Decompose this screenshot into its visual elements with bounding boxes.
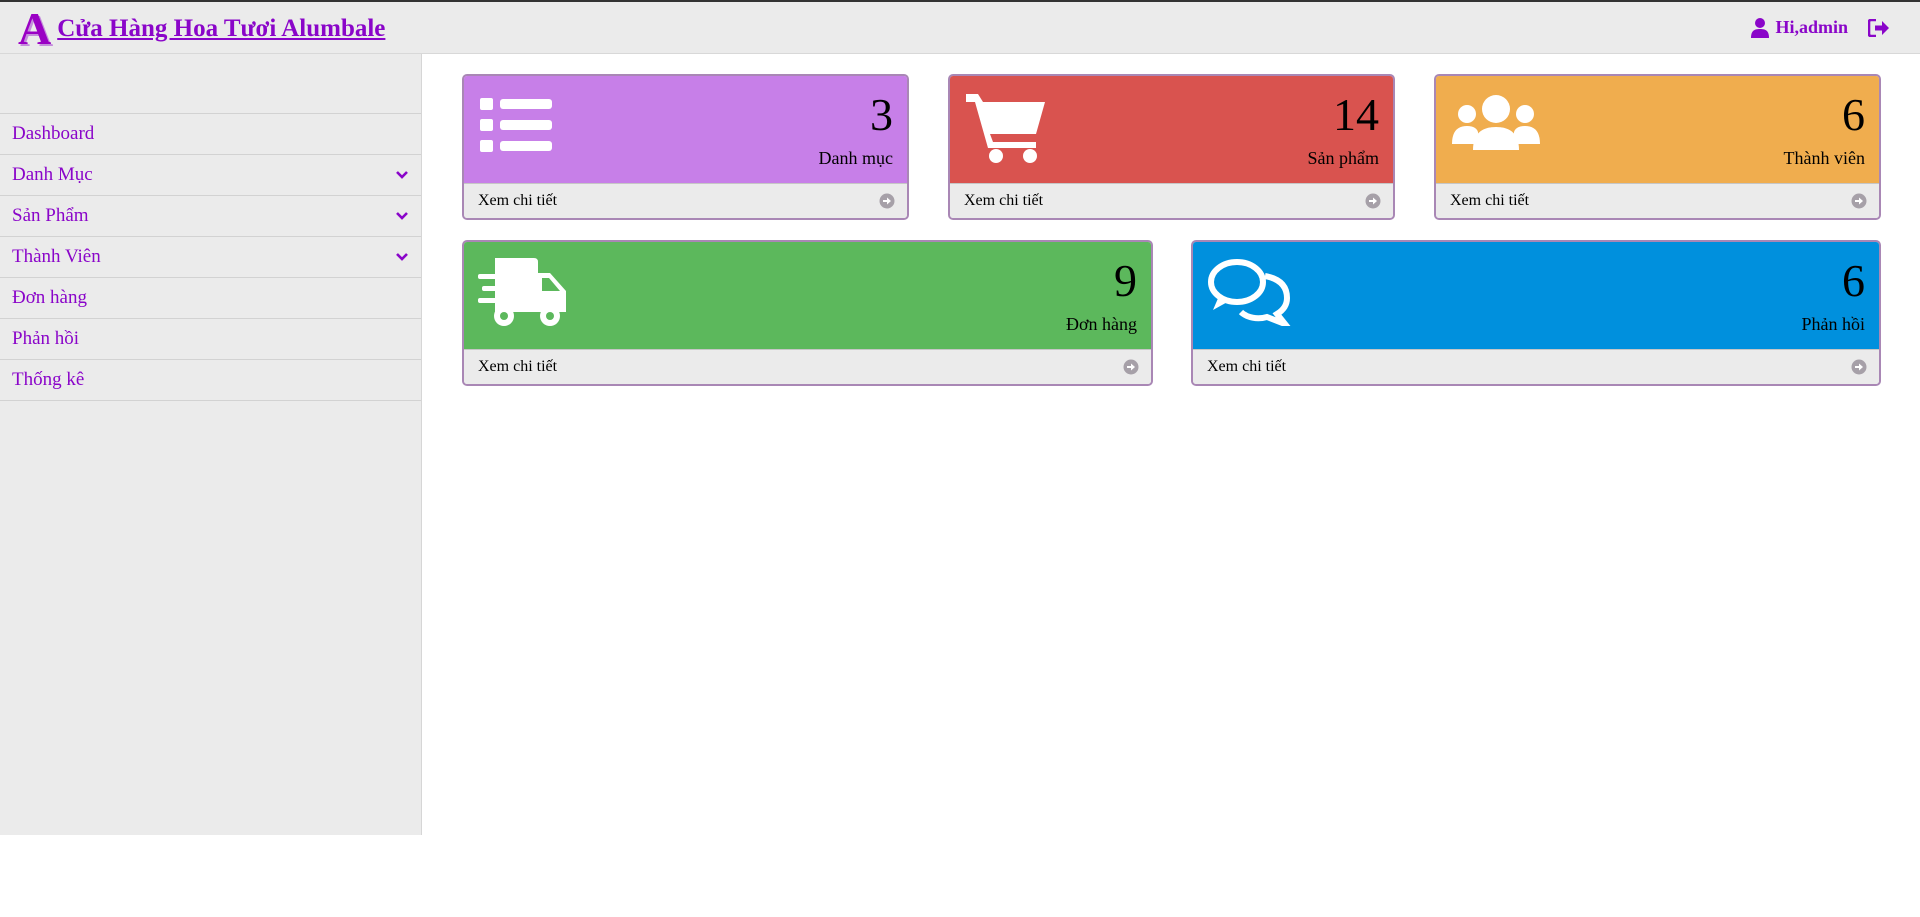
arrow-circle-right-icon xyxy=(1851,359,1867,375)
site-title: Cửa Hàng Hoa Tươi Alumbale xyxy=(57,15,386,42)
product-label: Sản phẩm xyxy=(1307,148,1380,168)
user-icon xyxy=(1751,17,1770,38)
sidebar-item-dashboard[interactable]: Dashboard xyxy=(0,114,421,155)
product-stat-card: 14 Sản phẩm Xem chi tiết xyxy=(948,74,1395,220)
sidebar-item-thong-ke[interactable]: Thống kê xyxy=(0,360,421,401)
user-area: Hi,admin xyxy=(1751,17,1890,38)
details-label: Xem chi tiết xyxy=(478,192,558,209)
order-details-link[interactable]: Xem chi tiết xyxy=(464,349,1151,384)
sidebar-menu: Dashboard Danh Mục Sản Phẩm Thành Viên Đ… xyxy=(0,113,421,401)
sign-out-icon xyxy=(1868,18,1889,37)
chevron-down-icon xyxy=(395,170,409,180)
category-label: Danh mục xyxy=(818,148,893,168)
arrow-circle-right-icon xyxy=(1123,359,1139,375)
sidebar-item-label: Sản Phẩm xyxy=(12,205,89,226)
details-label: Xem chi tiết xyxy=(1207,358,1287,375)
truck-icon xyxy=(478,258,566,326)
card-header: 6 Phản hồi xyxy=(1193,242,1879,349)
arrow-circle-right-icon xyxy=(1365,193,1381,209)
order-label: Đơn hàng xyxy=(1065,314,1137,334)
feedback-count: 6 xyxy=(1842,255,1865,306)
users-icon xyxy=(1452,95,1540,150)
sidebar-item-thanh-vien[interactable]: Thành Viên xyxy=(0,237,421,278)
list-icon xyxy=(480,98,552,152)
member-count: 6 xyxy=(1842,89,1865,140)
brand-logo: A xyxy=(18,3,52,54)
member-stat-card: 6 Thành viên Xem chi tiết xyxy=(1434,74,1881,220)
sidebar-item-danh-muc[interactable]: Danh Mục xyxy=(0,155,421,196)
top-navbar: A Cửa Hàng Hoa Tươi Alumbale Hi,admin xyxy=(0,0,1920,54)
feedback-details-link[interactable]: Xem chi tiết xyxy=(1193,349,1879,384)
product-details-link[interactable]: Xem chi tiết xyxy=(950,183,1393,218)
sidebar-item-label: Thống kê xyxy=(12,369,85,390)
sidebar-item-san-pham[interactable]: Sản Phẩm xyxy=(0,196,421,237)
chevron-down-icon xyxy=(395,211,409,221)
category-count: 3 xyxy=(870,89,893,140)
card-header: 14 Sản phẩm xyxy=(950,76,1393,183)
category-stat-card: 3 Danh mục Xem chi tiết xyxy=(462,74,909,220)
sidebar-item-label: Danh Mục xyxy=(12,164,93,185)
category-details-link[interactable]: Xem chi tiết xyxy=(464,183,907,218)
sidebar-item-label: Phản hồi xyxy=(12,328,80,349)
shopping-cart-icon xyxy=(966,94,1045,163)
sidebar-item-don-hang[interactable]: Đơn hàng xyxy=(0,278,421,319)
user-greeting: Hi,admin xyxy=(1775,17,1848,37)
user-menu-link[interactable]: Hi,admin xyxy=(1751,17,1848,38)
sidebar: Dashboard Danh Mục Sản Phẩm Thành Viên Đ… xyxy=(0,54,422,835)
order-stat-card: 9 Đơn hàng Xem chi tiết xyxy=(462,240,1153,386)
chevron-down-icon xyxy=(395,252,409,262)
card-header: 3 Danh mục xyxy=(464,76,907,183)
logout-button[interactable] xyxy=(1868,18,1890,37)
brand-link[interactable]: A Cửa Hàng Hoa Tươi Alumbale xyxy=(18,3,386,54)
sidebar-item-label: Thành Viên xyxy=(12,246,101,267)
sidebar-item-label: Đơn hàng xyxy=(12,287,87,308)
member-details-link[interactable]: Xem chi tiết xyxy=(1436,183,1879,218)
feedback-label: Phản hồi xyxy=(1801,314,1865,334)
arrow-circle-right-icon xyxy=(1851,193,1867,209)
member-label: Thành viên xyxy=(1783,148,1865,168)
order-count: 9 xyxy=(1114,255,1137,306)
card-header: 9 Đơn hàng xyxy=(464,242,1151,349)
sidebar-item-phan-hoi[interactable]: Phản hồi xyxy=(0,319,421,360)
arrow-circle-right-icon xyxy=(879,193,895,209)
sidebar-item-label: Dashboard xyxy=(12,123,95,144)
details-label: Xem chi tiết xyxy=(964,192,1044,209)
details-label: Xem chi tiết xyxy=(478,358,558,375)
comments-icon xyxy=(1208,259,1291,326)
product-count: 14 xyxy=(1333,89,1379,140)
card-header: 6 Thành viên xyxy=(1436,76,1879,183)
details-label: Xem chi tiết xyxy=(1450,192,1530,209)
feedback-stat-card: 6 Phản hồi Xem chi tiết xyxy=(1191,240,1881,386)
